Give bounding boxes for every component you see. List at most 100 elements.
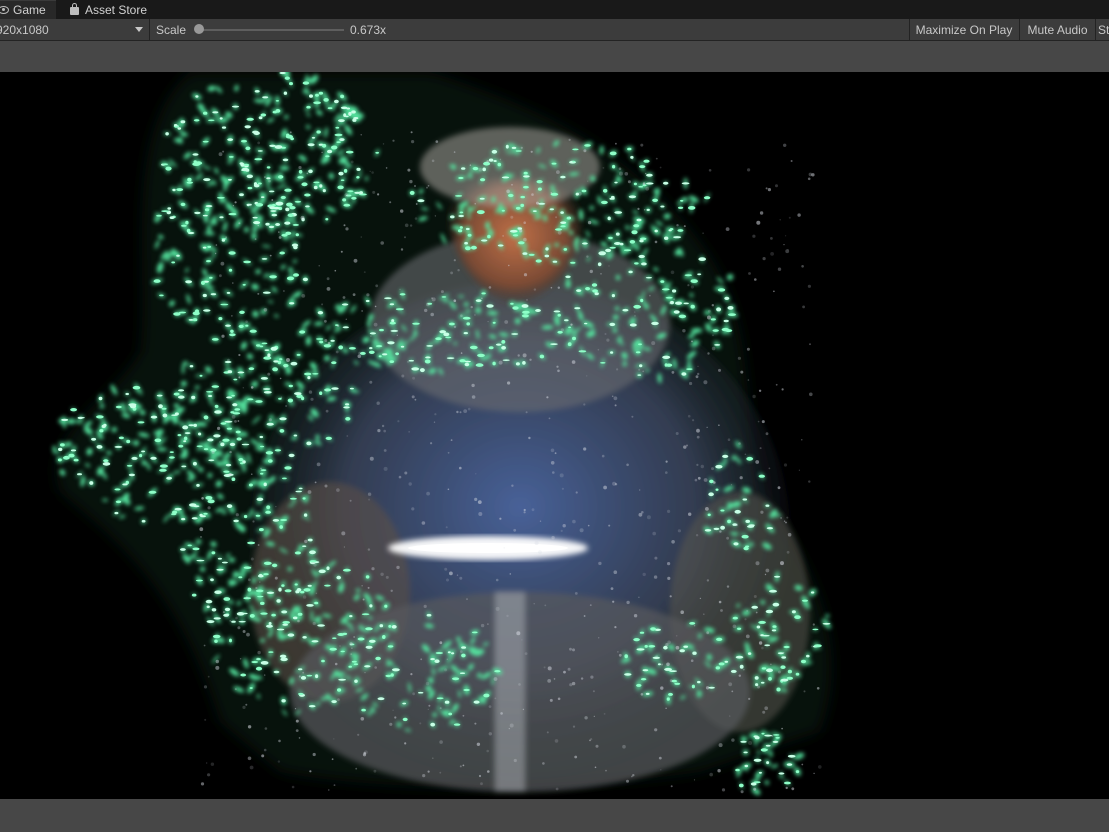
dust-particle [315, 592, 318, 594]
particle-core [319, 184, 323, 188]
particle-core [286, 276, 295, 281]
particle-core [466, 322, 471, 326]
particle-core [644, 644, 648, 648]
particle-core [629, 323, 637, 327]
particle-core [296, 588, 302, 592]
particle-glow [757, 749, 760, 756]
scale-slider-thumb[interactable] [194, 24, 204, 34]
dust-particle [427, 770, 430, 773]
particle-core [294, 583, 298, 586]
dust-particle [597, 348, 600, 351]
particle-core [334, 99, 339, 104]
dust-particle [690, 285, 695, 289]
particle-core [684, 274, 692, 277]
particle-core [208, 395, 213, 397]
particle-core [300, 590, 305, 594]
particle-core [634, 262, 639, 265]
dust-particle [708, 169, 712, 172]
dust-particle [747, 379, 750, 381]
particle-core [239, 310, 245, 314]
particle-core [258, 182, 262, 185]
scale-slider-track[interactable] [198, 29, 344, 31]
dust-particle [755, 561, 760, 566]
particle-core [766, 668, 773, 673]
dust-particle [382, 143, 385, 145]
particle-core [342, 326, 349, 329]
particle-core [235, 430, 241, 434]
dust-particle [703, 613, 705, 615]
particle-core [203, 415, 209, 420]
stats-button[interactable]: St [1095, 19, 1109, 40]
dust-particle [409, 179, 413, 184]
dust-particle [426, 491, 430, 496]
maximize-on-play-button[interactable]: Maximize On Play [909, 19, 1018, 40]
particle-core [231, 394, 235, 397]
particle-core [281, 233, 288, 237]
game-viewport[interactable] [0, 72, 1109, 799]
particle-core [257, 595, 264, 598]
particle-core [714, 344, 721, 346]
particle-core [567, 342, 572, 347]
dust-particle [779, 219, 781, 221]
dust-particle [598, 561, 602, 566]
dust-particle [645, 186, 650, 191]
particle-core [185, 280, 193, 284]
light-bar [388, 536, 588, 560]
particle-core [288, 453, 295, 458]
particle-core [512, 306, 519, 310]
resolution-dropdown[interactable]: 920x1080 [0, 19, 150, 40]
particle-core [219, 216, 224, 219]
dust-particle [740, 370, 744, 374]
particle-core [739, 664, 744, 669]
particle-core [343, 168, 348, 173]
particle-core [233, 378, 238, 381]
dust-particle [801, 439, 803, 441]
particle-core [426, 613, 432, 617]
dust-particle [522, 708, 525, 711]
particle-core [126, 439, 131, 444]
dust-particle [580, 677, 584, 680]
mute-audio-button[interactable]: Mute Audio [1019, 19, 1095, 40]
dust-particle [257, 224, 259, 227]
particle-core [256, 497, 264, 501]
particle-core [317, 624, 325, 627]
dust-particle [754, 278, 757, 281]
dust-particle [661, 663, 663, 666]
dust-particle [343, 546, 345, 548]
particle-core [391, 625, 397, 629]
particle-core [317, 311, 324, 315]
particle-core [755, 683, 759, 687]
particle-core [552, 260, 558, 263]
particle-core [221, 561, 228, 564]
dust-particle [370, 335, 372, 337]
dust-particle [586, 255, 589, 258]
particle-core [249, 329, 257, 333]
particle-core [243, 514, 248, 519]
particle-core [229, 333, 236, 337]
tab-asset-store[interactable]: Asset Store [66, 0, 160, 19]
particle-core [96, 415, 104, 419]
dust-particle [690, 659, 694, 662]
particle-core [302, 545, 307, 547]
dust-particle [574, 592, 578, 595]
particle-core [581, 189, 587, 193]
particle-core [342, 568, 351, 572]
particle-core [203, 309, 211, 312]
particle-core [773, 734, 780, 736]
dust-particle [783, 143, 787, 147]
dust-particle [423, 604, 427, 609]
particle-core [765, 504, 770, 507]
particle-core [624, 654, 628, 659]
particle-core [740, 740, 747, 743]
dust-particle [670, 785, 673, 788]
particle-core [354, 679, 358, 683]
particle-core [458, 214, 465, 218]
dust-particle [652, 531, 656, 536]
particle-core [302, 636, 307, 639]
dust-particle [788, 216, 791, 219]
particle-core [203, 178, 211, 182]
tab-game[interactable]: Game [0, 0, 56, 19]
dust-particle [409, 224, 413, 227]
particle-core [171, 513, 177, 516]
particle-core [608, 236, 613, 240]
